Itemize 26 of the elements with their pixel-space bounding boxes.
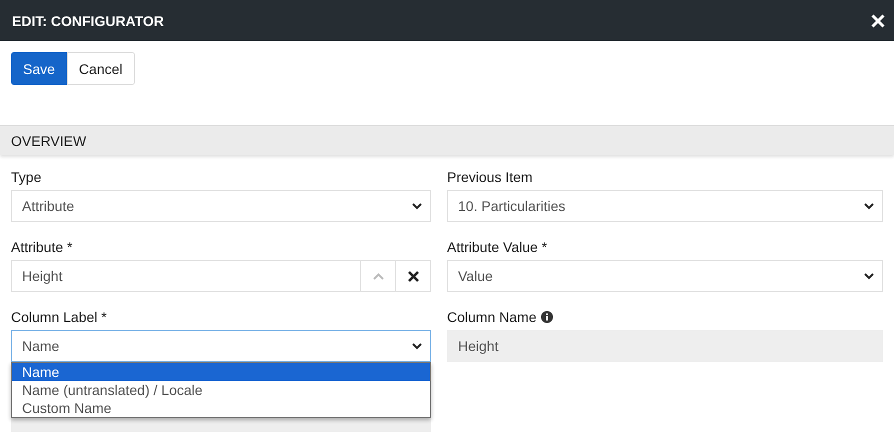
dropdown-option[interactable]: Name (untranslated) / Locale xyxy=(12,381,430,399)
chevron-up-icon xyxy=(372,272,384,280)
field-label: Type xyxy=(11,169,42,185)
field-label: Attribute Value * xyxy=(447,239,548,255)
field-label: Attribute * xyxy=(11,239,72,255)
close-icon xyxy=(408,270,418,282)
select-field[interactable]: Value xyxy=(447,260,883,292)
field-label: Previous Item xyxy=(447,169,533,185)
select-field[interactable]: Name xyxy=(11,330,431,362)
readonly-field: Height xyxy=(447,330,883,362)
close-icon[interactable] xyxy=(871,14,885,28)
chevron-down-icon xyxy=(412,342,422,350)
section-header: OVERVIEW xyxy=(0,125,894,155)
chevron-down-icon xyxy=(864,272,874,280)
lookup-field[interactable]: Height xyxy=(11,260,431,292)
select-field[interactable]: 10. Particularities xyxy=(447,190,883,222)
dialog-title: EDIT: CONFIGURATOR xyxy=(12,12,164,28)
select-field[interactable]: Attribute xyxy=(11,190,431,222)
dropdown-option[interactable]: Custom Name xyxy=(12,399,430,417)
field-label: Column Name xyxy=(447,309,536,325)
cancel-button[interactable]: Cancel xyxy=(66,52,135,85)
chevron-down-icon xyxy=(412,202,422,210)
chevron-down-icon xyxy=(864,202,874,210)
field-label: Column Label * xyxy=(11,309,107,325)
dropdown-option[interactable]: Name xyxy=(12,363,430,381)
save-button[interactable]: Save xyxy=(11,52,67,85)
